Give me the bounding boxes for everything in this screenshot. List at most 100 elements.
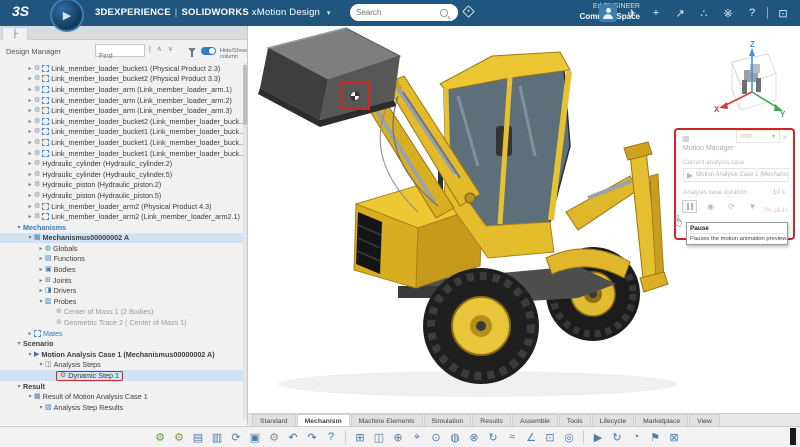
wheel-joint-icon[interactable]: ◎ [561,429,577,445]
panel-scrollbar[interactable] [243,63,247,419]
collapsed-arrow-icon[interactable]: ▸ [26,107,34,114]
app-title[interactable]: 3DEXPERIENCE|SOLIDWORKS xMotion Design ▾ [95,7,331,18]
expanded-arrow-icon[interactable]: ▾ [26,393,34,400]
export-result-icon[interactable]: ⊠ [666,429,682,445]
collapsed-arrow-icon[interactable]: ▸ [26,203,34,210]
settings-gear-icon[interactable]: ⚙ [266,429,282,445]
share-network-icon[interactable]: ∴ [695,4,713,22]
tab-machine-elements[interactable]: Machine Elements [351,414,423,426]
compass-icon[interactable]: ⊙ [428,429,444,445]
tab-simulation[interactable]: Simulation [424,414,472,426]
record-button[interactable]: ◉ [703,200,718,213]
tab-view[interactable]: View [689,414,720,426]
tree-item[interactable]: ▸⚙Link_member_loader_bucket2 (Link_membe… [0,116,243,127]
app-chevron-down-icon[interactable]: ▾ [327,10,331,17]
help-icon[interactable]: ? [743,4,761,22]
share-arrow-icon[interactable]: ↗ [671,4,689,22]
gauge-icon[interactable]: ◔ [628,429,644,445]
tree-item[interactable]: ▸⚙Hydraulic_cylinder (Hydraulic_cylinder… [0,169,243,180]
center-of-mass-marker[interactable] [351,92,360,101]
filter-funnel-icon[interactable] [188,48,196,53]
save-icon[interactable]: ▤ [190,429,206,445]
expanded-arrow-icon[interactable]: ▾ [15,224,23,231]
tab-lifecycle[interactable]: Lifecycle [592,414,634,426]
export-data-icon[interactable]: ▥ [209,429,225,445]
tab-standard[interactable]: Standard [252,414,296,426]
fullscreen-icon[interactable]: ⊡ [774,4,792,22]
tree-item[interactable]: ▸⚙Link_member_loader_arm (Link_member_lo… [0,95,243,106]
collapsed-arrow-icon[interactable]: ▸ [26,86,34,93]
tree-item[interactable]: ▸⚙Link_member_loader_bucket1 (Link_membe… [0,137,243,148]
collapsed-arrow-icon[interactable]: ▸ [26,181,34,188]
tab-results[interactable]: Results [472,414,511,426]
tree-item[interactable]: ▾◫Analysis Steps [0,360,243,371]
expanded-arrow-icon[interactable]: ▾ [15,383,23,390]
tree-item[interactable]: ▸▤Functions [0,254,243,265]
tree-item[interactable]: ▸⚙Link_member_loader_bucket1 (Link_membe… [0,148,243,159]
3d-viewport[interactable]: Z X Y mm ▾ ▦ × Motion Manager Current an… [248,26,800,413]
sphere-icon[interactable]: ⊕ [390,429,406,445]
loop-simulation-icon[interactable]: ↻ [609,429,625,445]
tree-item[interactable]: ▸⚙Link_member_loader_bucket1 (Link_membe… [0,127,243,138]
column-toggle[interactable] [201,47,216,55]
collapsed-arrow-icon[interactable]: ▸ [37,255,45,262]
search-input[interactable] [356,8,440,17]
flag-icon[interactable]: ⚑ [647,429,663,445]
collapsed-arrow-icon[interactable]: ▸ [26,97,34,104]
tree-item[interactable]: ▸⚙Link_member_loader_arm (Link_member_lo… [0,84,243,95]
tree-item[interactable]: ▾▶Motion Analysis Case 1 (Mechanismus000… [0,349,243,360]
tree-item[interactable]: ▸Mates [0,328,243,339]
paste-icon[interactable]: ▣ [247,429,263,445]
tree-item[interactable]: ▸⚙Link_member_loader_bucket2 (Physical P… [0,74,243,85]
tree-item[interactable]: ▸⚙Link_member_loader_arm (Link_member_lo… [0,105,243,116]
measure-icon[interactable]: ≈ [504,429,520,445]
dassault-logo[interactable]: 3S [12,3,29,19]
tree-item[interactable]: ⚙Dynamic Step 1 [0,370,243,381]
whats-new-icon[interactable]: ※ [719,4,737,22]
tree-item[interactable]: ▸⚙Hydraulic_cylinder (Hydraulic_cylinder… [0,158,243,169]
collapsed-arrow-icon[interactable]: ▸ [26,192,34,199]
tree-item[interactable]: ▾▦Mechanismus00000002 A [0,233,243,244]
tree-item[interactable]: ⊚Geometric Trace 2 ( Center of Mass 1) [0,317,243,328]
scrollbar-thumb[interactable] [243,65,247,125]
tree-item[interactable]: ▾▥Probes [0,296,243,307]
expanded-arrow-icon[interactable]: ▾ [15,340,23,347]
undo-icon[interactable]: ↶ [285,429,301,445]
tree-item[interactable]: ⊕Center of Mass 1 (2 Bodies) [0,307,243,318]
tree-item[interactable]: ▾Scenario [0,338,243,349]
collapsed-arrow-icon[interactable]: ▸ [26,128,34,135]
tab-assemble[interactable]: Assemble [512,414,558,426]
add-icon[interactable]: + [647,4,665,22]
collapsed-arrow-icon[interactable]: ▸ [26,160,34,167]
orientation-triad[interactable]: Z X Y [714,40,786,126]
tab-mechanism[interactable]: Mechanism [297,414,350,426]
collapsed-arrow-icon[interactable]: ▸ [26,150,34,157]
axis-system-icon[interactable]: ⌖ [409,429,425,445]
collapsed-arrow-icon[interactable]: ▸ [37,277,45,284]
share-send-icon[interactable]: ✈ [623,4,641,22]
search-box[interactable] [350,4,458,21]
tree-item[interactable]: ▸▣Bodies [0,264,243,275]
tab-tools[interactable]: Tools [559,414,591,426]
tree-item[interactable]: ▾▧Analysis Step Results [0,402,243,413]
tree-item[interactable]: ▾Mechanisms [0,222,243,233]
loop-button[interactable]: ⟳ [724,200,739,213]
tag-icon[interactable] [462,5,475,18]
tree-item[interactable]: ▸⚙Hydraulic_piston (Hydraulic_piston.2) [0,180,243,191]
find-prev-next-buttons[interactable]: | ∧ ∨ [149,45,175,53]
new-mechanism-icon[interactable]: ⊞ [352,429,368,445]
search-icon[interactable] [440,9,448,17]
toolbar-help-icon[interactable]: ? [323,429,339,445]
expanded-arrow-icon[interactable]: ▾ [26,351,34,358]
tree-item[interactable]: ▸⊞Joints [0,275,243,286]
refresh-icon[interactable]: ⟳ [228,429,244,445]
expanded-arrow-icon[interactable]: ▾ [37,404,45,411]
collapsed-arrow-icon[interactable]: ▸ [26,65,34,72]
expanded-arrow-icon[interactable]: ▾ [37,361,45,368]
rotate-icon[interactable]: ↻ [485,429,501,445]
collapsed-arrow-icon[interactable]: ▸ [26,75,34,82]
current-case-field[interactable]: ▶ Motion Analysis Case 1 (Mechanismus00 [683,168,789,182]
pause-button[interactable] [682,200,697,213]
probe-icon[interactable]: ◍ [447,429,463,445]
play-simulation-icon[interactable]: ▶ [590,429,606,445]
